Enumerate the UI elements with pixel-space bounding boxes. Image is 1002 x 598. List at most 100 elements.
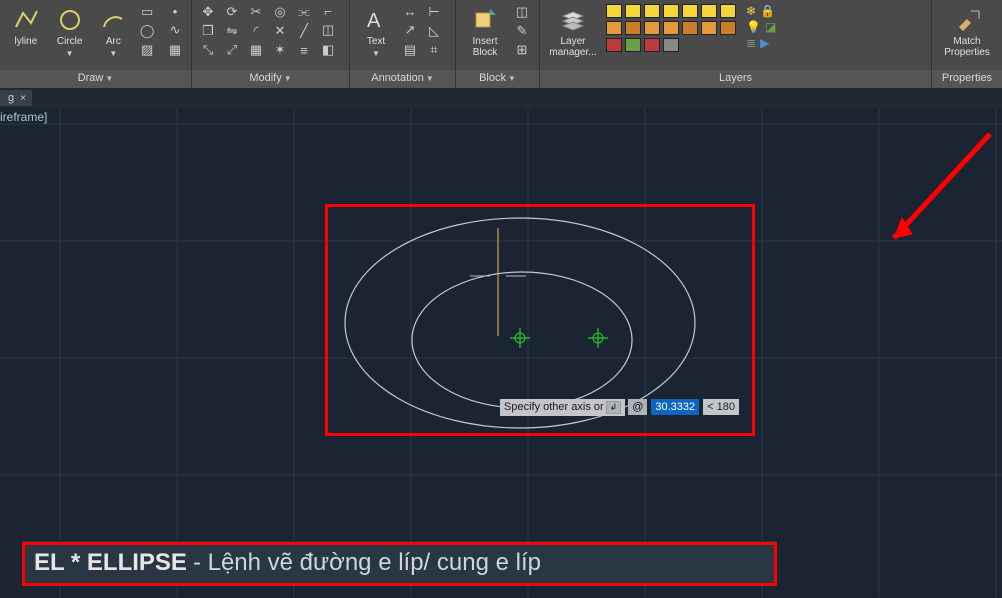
tool-a-icon[interactable]: ⌐: [324, 4, 332, 19]
swatch[interactable]: [663, 38, 679, 52]
ellipse-outer: [345, 218, 695, 428]
svg-text:A: A: [367, 10, 381, 32]
swatch[interactable]: [682, 4, 698, 18]
swatch[interactable]: [606, 38, 622, 52]
align-icon[interactable]: ≡: [300, 43, 308, 58]
grid: [0, 108, 1002, 598]
layer-manager-button[interactable]: Layer manager...: [544, 2, 602, 58]
swatch[interactable]: [606, 4, 622, 18]
swatch[interactable]: [606, 21, 622, 35]
create-block-icon[interactable]: ◫: [516, 4, 528, 20]
layer-walk-icon[interactable]: ▶: [760, 36, 769, 50]
layer-isolate-icon[interactable]: ◪: [765, 20, 776, 34]
table-icon[interactable]: ▤: [404, 42, 416, 58]
edit-block-icon[interactable]: ✎: [517, 23, 528, 39]
modify-col-1: ✥ ❐ ⤡: [196, 2, 220, 60]
center-marker-2: [588, 328, 608, 348]
chevron-down-icon: ▼: [109, 49, 117, 58]
document-tab-bar: g ×: [0, 88, 1002, 108]
ribbon: lyline Circle ▼ Arc ▼ ▭ ◯ ▨: [0, 0, 1002, 88]
ellipse-icon[interactable]: ◯: [140, 23, 155, 39]
ribbon-group-properties: Match Properties Properties: [932, 0, 1002, 88]
insert-block-button[interactable]: Insert Block: [460, 2, 510, 68]
region-icon[interactable]: ▦: [169, 42, 181, 58]
layer-manager-label: Layer manager...: [549, 36, 596, 58]
modify-col-3: ✂ ◜ ▦: [244, 2, 268, 60]
ribbon-label-properties: Properties: [932, 70, 1002, 88]
dim-icon[interactable]: ⊢: [428, 4, 439, 20]
ribbon-label-annotation: Annotation▼: [350, 70, 455, 88]
ribbon-group-draw: lyline Circle ▼ Arc ▼ ▭ ◯ ▨: [0, 0, 192, 88]
point-icon[interactable]: •: [173, 4, 178, 19]
swatch[interactable]: [701, 21, 717, 35]
swatch[interactable]: [663, 21, 679, 35]
layer-swatches: [602, 2, 740, 54]
move-icon[interactable]: ✥: [203, 4, 214, 20]
layer-off-icon[interactable]: 💡: [746, 20, 761, 34]
attr-icon[interactable]: ⊞: [517, 42, 528, 58]
draw-mini-col-1: ▭ ◯ ▨: [135, 2, 159, 60]
drawing-canvas[interactable]: ireframe] Specify other axis o: [0, 108, 1002, 595]
modify-col-2: ⟳ ⇋ ⤢: [220, 2, 244, 60]
polyline-button[interactable]: lyline: [4, 2, 48, 68]
swatch[interactable]: [625, 38, 641, 52]
array-icon[interactable]: ▦: [250, 42, 262, 58]
spline-icon[interactable]: ∿: [170, 22, 181, 38]
length-input[interactable]: 30.3332: [650, 398, 700, 416]
arc-button[interactable]: Arc ▼: [92, 2, 136, 68]
tool-b-icon[interactable]: ◫: [322, 22, 334, 38]
swatch[interactable]: [701, 4, 717, 18]
rotate-icon[interactable]: ⟳: [227, 4, 238, 20]
leader-icon[interactable]: ↗: [405, 22, 416, 38]
close-icon[interactable]: ×: [20, 93, 26, 104]
copy-icon[interactable]: ❐: [202, 23, 214, 39]
trim-icon[interactable]: ✂: [251, 4, 262, 20]
mleader-icon[interactable]: ◺: [429, 23, 439, 39]
explode-icon[interactable]: ✶: [275, 42, 286, 58]
stretch-icon[interactable]: ⤡: [203, 42, 213, 58]
layer-lock-icon[interactable]: 🔒: [760, 4, 775, 18]
caption-strong: EL * ELLIPSE: [34, 549, 187, 577]
swatch[interactable]: [644, 21, 660, 35]
hatch-icon[interactable]: ▨: [141, 42, 153, 58]
ribbon-label-draw: Draw▼: [0, 70, 191, 88]
rectangle-icon[interactable]: ▭: [141, 4, 153, 20]
angle-input[interactable]: < 180: [703, 399, 739, 415]
tool-c-icon[interactable]: ◧: [322, 42, 334, 58]
swatch[interactable]: [644, 38, 660, 52]
polyline-label: lyline: [14, 36, 37, 47]
swatch[interactable]: [682, 21, 698, 35]
swatch[interactable]: [720, 21, 736, 35]
modify-col-6: ⌐ ◫ ◧: [316, 2, 340, 60]
swatch[interactable]: [663, 4, 679, 18]
field-icon[interactable]: ⌗: [430, 42, 437, 58]
document-tab[interactable]: g ×: [0, 90, 32, 106]
scale-icon[interactable]: ⤢: [227, 42, 237, 58]
fillet-icon[interactable]: ◜: [253, 23, 258, 39]
circle-button[interactable]: Circle ▼: [48, 2, 92, 68]
chevron-down-icon: ▼: [372, 49, 380, 58]
match-properties-button[interactable]: Match Properties: [936, 2, 998, 68]
block-col: ◫ ✎ ⊞: [510, 2, 534, 60]
command-tooltip: Specify other axis or ↲ @ 30.3332 < 180: [500, 398, 739, 416]
join-icon[interactable]: ⫘: [298, 4, 310, 20]
annotation-arrow: [870, 128, 1000, 273]
text-button[interactable]: A Text ▼: [354, 2, 398, 68]
layer-freeze-icon[interactable]: ❄: [746, 4, 756, 18]
ribbon-label-modify: Modify▼: [192, 70, 349, 88]
mirror-icon[interactable]: ⇋: [227, 23, 238, 39]
dim-linear-icon[interactable]: ↔: [404, 4, 417, 19]
swatch[interactable]: [644, 4, 660, 18]
modify-col-5: ⫘ ╱ ≡: [292, 2, 316, 60]
ribbon-label-layers: Layers: [540, 70, 931, 88]
swatch[interactable]: [625, 4, 641, 18]
offset-icon[interactable]: ◎: [274, 4, 285, 20]
swatch[interactable]: [625, 21, 641, 35]
break-icon[interactable]: ╱: [300, 23, 308, 39]
draw-mini-col-2: • ∿ ▦: [163, 2, 187, 60]
swatch[interactable]: [720, 4, 736, 18]
ribbon-group-block: Insert Block ◫ ✎ ⊞ Block▼: [456, 0, 540, 88]
erase-icon[interactable]: ✕: [275, 23, 286, 39]
layer-state-icon[interactable]: ≣: [746, 36, 756, 50]
command-prompt-text: Specify other axis or: [504, 401, 604, 413]
